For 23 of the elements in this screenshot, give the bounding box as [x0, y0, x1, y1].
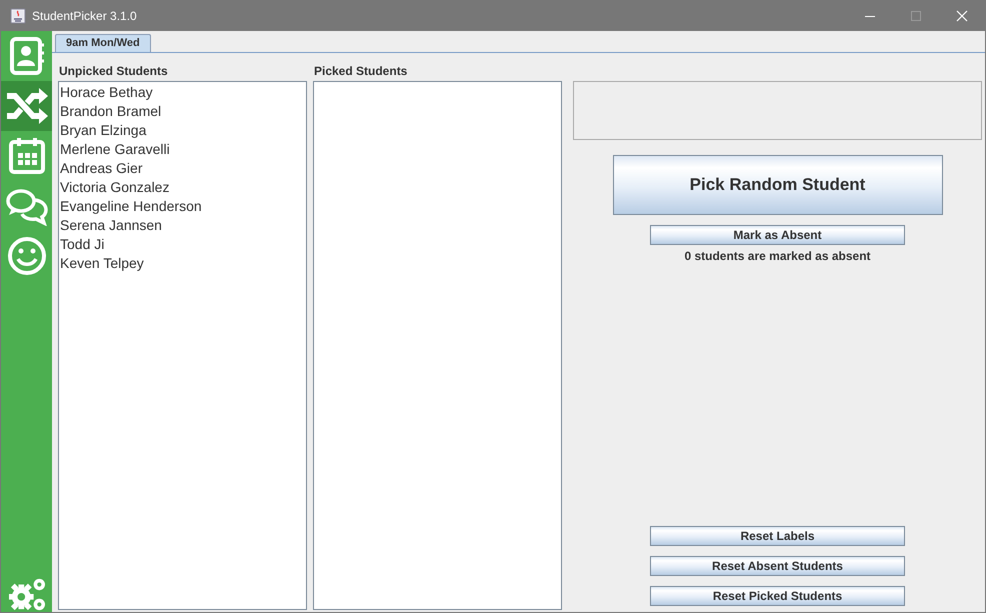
app-icon — [10, 8, 26, 24]
absent-status: 0 students are marked as absent — [684, 249, 871, 263]
student-item[interactable]: Andreas Gier — [60, 159, 305, 178]
student-item[interactable]: Evangeline Henderson — [60, 197, 305, 216]
student-item[interactable]: Bryan Elzinga — [60, 121, 305, 140]
absent-button[interactable]: Mark as Absent — [650, 225, 905, 245]
student-item[interactable]: Keven Telpey — [60, 254, 305, 273]
reset-button[interactable]: Reset Absent Students — [650, 556, 905, 576]
student-list[interactable]: Horace Bethay Brandon Bramel Bryan Elzinga Merlene Garavelli Andreas Gier Victoria Gonzalez Evangeline Henderson Serena Jannsen Todd Ji Keven Telpey — [58, 81, 307, 610]
class-tab[interactable]: 9am Mon/Wed — [55, 34, 151, 52]
student-item[interactable]: Serena Jannsen — [60, 216, 305, 235]
student-item[interactable]: Brandon Bramel — [60, 102, 305, 121]
reset-button[interactable]: Reset Picked Students — [650, 586, 905, 606]
window-title: StudentPicker 3.1.0 — [32, 9, 137, 23]
shuffle-icon[interactable] — [1, 81, 52, 131]
student-item[interactable]: Victoria Gonzalez — [60, 178, 305, 197]
pick-button[interactable]: Pick Random Student — [612, 155, 942, 215]
list-heading: Picked Students — [313, 64, 408, 80]
list-heading: Unpicked Students — [58, 64, 169, 80]
student-item[interactable]: Merlene Garavelli — [60, 140, 305, 159]
student-item[interactable]: Horace Bethay — [60, 83, 305, 102]
reset-button[interactable]: Reset Labels — [650, 526, 905, 546]
student-item[interactable]: Todd Ji — [60, 235, 305, 254]
